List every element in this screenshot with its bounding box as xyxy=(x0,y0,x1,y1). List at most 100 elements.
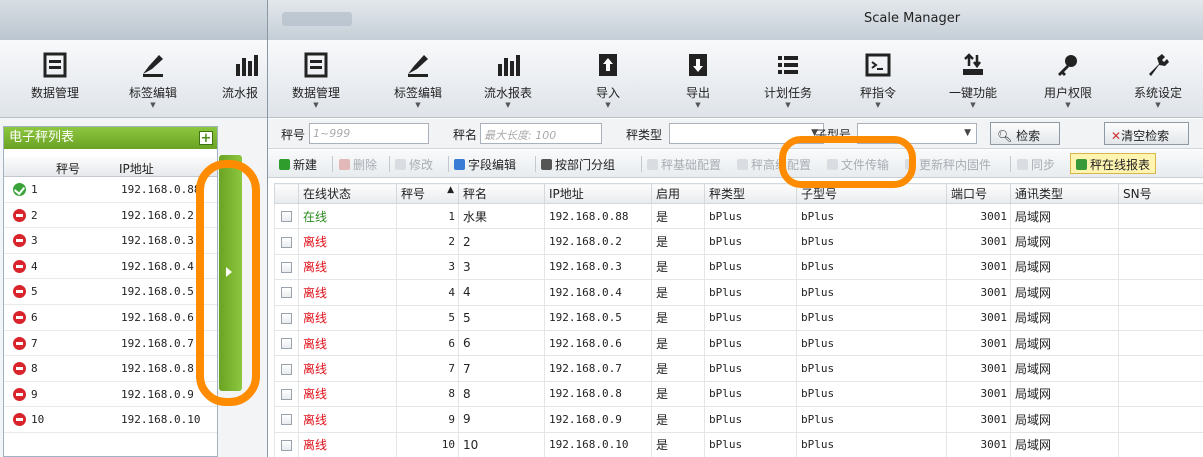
row-checkbox[interactable] xyxy=(281,414,292,426)
ribbon-label-edit[interactable]: 标签编辑 ▼ xyxy=(378,46,458,110)
online-status-cell: 离线 xyxy=(298,380,397,408)
scale-list-title: 电子秤列表 xyxy=(9,130,75,145)
ribbon-system-settings[interactable]: 系统设定 ▼ xyxy=(1118,46,1198,110)
ribbon-schedule[interactable]: 计划任务 ▼ xyxy=(748,46,828,110)
table-row[interactable]: 离线 5 5 192.168.0.5 是 bPlus bPlus 3001 局域网 xyxy=(274,304,1203,331)
column-enabled[interactable]: 启用 xyxy=(651,183,705,204)
sync-button[interactable]: 同步 xyxy=(1017,156,1055,173)
search-button[interactable]: 🔍︎ 检索 xyxy=(990,122,1060,145)
row-select-cell[interactable] xyxy=(274,355,299,382)
basic-config-button[interactable]: 秤基础配置 xyxy=(647,156,721,173)
row-checkbox[interactable] xyxy=(281,236,292,248)
column-scale-no[interactable]: 秤号 xyxy=(56,160,80,177)
scale-list-item[interactable]: 6 192.168.0.6 xyxy=(4,305,217,331)
ribbon-scale-command[interactable]: 秤指令 ▼ xyxy=(838,46,918,110)
scale-name-cell: 8 xyxy=(458,380,545,408)
scale-list-item[interactable]: 9 192.168.0.9 xyxy=(4,382,217,408)
search-button-label: 检索 xyxy=(1016,129,1041,143)
ip-address-cell: 192.168.0.2 xyxy=(544,228,652,255)
column-label: IP地址 xyxy=(549,187,584,201)
row-checkbox[interactable] xyxy=(281,261,292,273)
column-port[interactable]: 端口号 xyxy=(946,183,1011,204)
update-firmware-button[interactable]: 更新秤内固件 xyxy=(905,156,991,173)
column-online-status[interactable]: 在线状态 xyxy=(298,183,397,204)
scale-list-item[interactable]: 7 192.168.0.7 xyxy=(4,331,217,357)
scale-no-input[interactable]: 1~999 xyxy=(309,123,429,144)
scale-no: 1 xyxy=(31,183,38,196)
scale-list-item[interactable]: 5 192.168.0.5 xyxy=(4,279,217,305)
row-checkbox[interactable] xyxy=(281,211,292,223)
ribbon-user-permission[interactable]: 用户权限 ▼ xyxy=(1028,46,1108,110)
ribbon-export[interactable]: 导出 ▼ xyxy=(658,46,738,110)
row-checkbox[interactable] xyxy=(281,439,292,451)
table-row[interactable]: 离线 8 8 192.168.0.8 是 bPlus bPlus 3001 局域网 xyxy=(274,380,1203,408)
column-ip-address[interactable]: IP地址 xyxy=(119,160,154,177)
table-row[interactable]: 离线 7 7 192.168.0.7 是 bPlus bPlus 3001 局域网 xyxy=(274,355,1203,382)
table-row[interactable]: 离线 2 2 192.168.0.2 是 bPlus bPlus 3001 局域网 xyxy=(274,228,1203,255)
row-checkbox[interactable] xyxy=(281,338,292,350)
column-scale-no[interactable]: 秤号 ▲ xyxy=(396,183,459,204)
ribbon-import[interactable]: 导入 ▼ xyxy=(568,46,648,110)
ip-address-cell: 192.168.0.88 xyxy=(544,202,652,230)
group-by-dept-button[interactable]: 按部门分组 xyxy=(541,156,615,173)
column-label: 子型号 xyxy=(801,187,838,201)
row-select-cell[interactable] xyxy=(274,228,299,255)
column-scale-type[interactable]: 秤类型 xyxy=(704,183,797,204)
table-row[interactable]: 在线 1 水果 192.168.0.88 是 bPlus bPlus 3001 局域网 xyxy=(274,202,1203,230)
sn-cell xyxy=(1118,406,1203,433)
row-checkbox[interactable] xyxy=(281,287,292,299)
grid-toolbar: 新建 删除 修改 字段编辑 按部门分组 秤基础配置 秤高级配置 文件传输 更新秤… xyxy=(268,150,1203,178)
ribbon-flow-report[interactable]: 流水报表 ▼ xyxy=(468,46,548,110)
row-select-cell[interactable] xyxy=(274,304,299,331)
scale-list-item[interactable]: 10 192.168.0.10 xyxy=(4,407,217,433)
scale-command-icon xyxy=(865,53,891,77)
bg-ribbon-data-management[interactable]: 数据管理 xyxy=(20,46,90,110)
select-all-header[interactable] xyxy=(274,183,299,204)
table-row[interactable]: 离线 6 6 192.168.0.6 是 bPlus bPlus 3001 局域网 xyxy=(274,329,1203,357)
ribbon-label: 数据管理 xyxy=(291,86,340,100)
row-select-cell[interactable] xyxy=(274,380,299,408)
enabled-cell: 是 xyxy=(651,202,705,230)
delete-button[interactable]: 删除 xyxy=(339,156,377,173)
table-row[interactable]: 离线 9 9 192.168.0.9 是 bPlus bPlus 3001 局域网 xyxy=(274,406,1203,433)
table-row[interactable]: 离线 4 4 192.168.0.4 是 bPlus bPlus 3001 局域网 xyxy=(274,279,1203,306)
chevron-down-icon: ▼ xyxy=(964,128,971,138)
add-icon[interactable]: + xyxy=(199,131,213,145)
table-row[interactable]: 离线 10 10 192.168.0.10 是 bPlus bPlus 3001 局域网 xyxy=(274,431,1203,457)
column-comm-type[interactable]: 通讯类型 xyxy=(1010,183,1119,204)
column-ip-address[interactable]: IP地址 xyxy=(544,183,652,204)
column-sn[interactable]: SN号 xyxy=(1118,183,1203,204)
scale-list-item[interactable]: 1 192.168.0.88 xyxy=(4,177,217,203)
scale-list-item[interactable]: 3 192.168.0.3 xyxy=(4,228,217,254)
column-scale-name[interactable]: 秤名 xyxy=(458,183,545,204)
bg-ribbon-label-edit[interactable]: 标签编辑 ▼ xyxy=(118,46,188,110)
ribbon-one-key[interactable]: 一键功能 ▼ xyxy=(933,46,1013,110)
ip-address-cell: 192.168.0.10 xyxy=(544,431,652,457)
row-select-cell[interactable] xyxy=(274,253,299,281)
field-edit-button[interactable]: 字段编辑 xyxy=(454,156,516,173)
row-checkbox[interactable] xyxy=(281,388,292,400)
scale-no-cell: 8 xyxy=(396,380,459,408)
ribbon-data-management[interactable]: 数据管理 ▼ xyxy=(276,46,356,110)
online-report-button[interactable]: 秤在线报表 xyxy=(1070,153,1157,174)
port-cell: 3001 xyxy=(946,228,1011,255)
quick-access-toolbar[interactable] xyxy=(282,12,352,26)
new-button[interactable]: 新建 xyxy=(279,156,317,173)
row-select-cell[interactable] xyxy=(274,406,299,433)
modify-button[interactable]: 修改 xyxy=(395,156,433,173)
clear-search-button[interactable]: ✕清空检索 xyxy=(1104,122,1189,145)
scale-name-input[interactable]: 最大长度: 100 xyxy=(480,123,602,144)
update-firmware-label: 更新秤内固件 xyxy=(919,158,992,172)
scale-list-item[interactable]: 2 192.168.0.2 xyxy=(4,203,217,229)
search-bar: 秤号 1~999 秤名 最大长度: 100 秤类型 ▼ 子型号 ▼ 🔍︎ 检索 … xyxy=(268,119,1203,149)
scale-list-item[interactable]: 8 192.168.0.8 xyxy=(4,356,217,382)
scale-list-item[interactable]: 4 192.168.0.4 xyxy=(4,254,217,280)
row-select-cell[interactable] xyxy=(274,202,299,230)
row-checkbox[interactable] xyxy=(281,363,292,375)
row-select-cell[interactable] xyxy=(274,329,299,357)
table-row[interactable]: 离线 3 3 192.168.0.3 是 bPlus bPlus 3001 局域网 xyxy=(274,253,1203,281)
row-select-cell[interactable] xyxy=(274,431,299,457)
row-select-cell[interactable] xyxy=(274,279,299,306)
row-checkbox[interactable] xyxy=(281,312,292,324)
chevron-down-icon: ▼ xyxy=(695,101,701,109)
